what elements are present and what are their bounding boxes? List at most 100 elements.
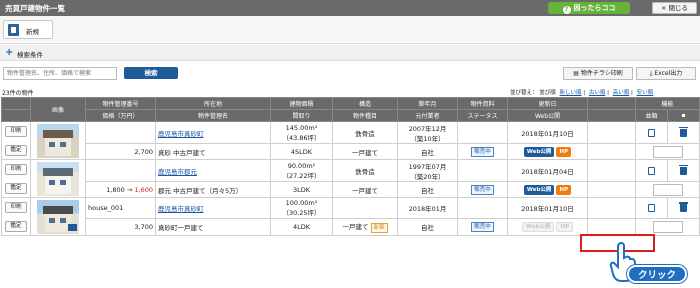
table-header-row: 画像 物件管理番号 所在地 建物面積 構造 築年月 物件資料 更新日 機能	[1, 97, 700, 122]
header-cell	[587, 109, 636, 122]
header-cell: ステータス	[457, 109, 508, 122]
table-row: 3,700 真砂町一戸建て 4LDK 一戸建て 新築 自社 販売中 Web公開 …	[2, 218, 700, 236]
layout: 4SLDK	[270, 143, 333, 160]
sort-option[interactable]: 並び順	[539, 90, 556, 96]
web-public-tag[interactable]: Web公開	[523, 146, 555, 157]
structure	[332, 196, 398, 220]
area: 100.00m²	[285, 199, 318, 208]
property-id	[85, 158, 156, 183]
excel-export-label: Excel出力	[654, 70, 683, 77]
price: 3,700	[134, 223, 153, 232]
plus-icon: +	[5, 47, 14, 58]
print-button[interactable]: 印刷	[5, 163, 27, 175]
area: 90.00m²	[287, 161, 316, 170]
price: 1,600	[134, 185, 153, 194]
web-public-tag[interactable]: Web公開	[523, 184, 555, 195]
status-cell: 販売中	[457, 181, 508, 198]
search-conditions-label: 検索条件	[17, 51, 43, 59]
location-link[interactable]: 鹿児島市真砂町	[158, 205, 204, 213]
documents-cell	[457, 120, 508, 145]
sort-option[interactable]: 高い順	[613, 90, 630, 96]
property-type: 一戸建て	[332, 143, 398, 160]
property-image[interactable]	[37, 123, 79, 158]
status-badge: 販売中	[471, 146, 494, 157]
blank-cell	[587, 218, 636, 236]
header-cell: 画像	[30, 97, 86, 122]
web-public-cell: Web公開 HP	[507, 218, 588, 236]
sort-order-input[interactable]	[652, 221, 683, 234]
blank-cell	[587, 143, 636, 160]
row-button-cell: 印刷 鑑定	[1, 159, 31, 198]
trash-icon[interactable]	[679, 164, 688, 175]
hp-tag[interactable]: HP	[556, 146, 572, 157]
status-badge: 販売中	[471, 222, 494, 233]
print-button[interactable]: 印刷	[5, 125, 27, 137]
sort-option[interactable]: 古い順	[589, 90, 606, 96]
updated-date: 2018年01月10日	[507, 120, 588, 145]
help-label: 困ったらココ	[573, 4, 616, 12]
updated-date: 2018年01月10日	[507, 196, 588, 220]
dealer: 自社	[397, 143, 458, 160]
hp-tag[interactable]: HP	[556, 222, 574, 233]
area-cell: 145.00m² （43.86坪）	[270, 120, 333, 145]
close-button[interactable]: × 閉じる	[652, 2, 697, 14]
sort-order-input[interactable]	[652, 145, 683, 158]
excel-export-button[interactable]: ⤓ Excel出力	[636, 67, 696, 80]
search-input[interactable]	[3, 67, 117, 80]
header-cell: 元付業者	[397, 109, 458, 122]
row-button-cell: 印刷 鑑定	[1, 197, 31, 236]
hp-tag[interactable]: HP	[556, 184, 572, 195]
location-link[interactable]: 鹿児島市郡元	[158, 168, 197, 176]
header-cell: 所在地	[155, 97, 271, 110]
sort-order-cell	[634, 181, 700, 198]
appraisal-button[interactable]: 鑑定	[5, 144, 27, 156]
price-old: 1,800	[106, 185, 125, 194]
property-type: 一戸建て	[342, 223, 369, 232]
status-badge: 販売中	[471, 184, 494, 195]
print-button[interactable]: 印刷	[5, 201, 27, 213]
dealer: 自社	[397, 218, 458, 236]
table-row: 印刷 鑑定 鹿児島市真砂町 145.00m² （43.86坪） 鉄骨造 2007年…	[1, 120, 700, 160]
property-image[interactable]	[37, 199, 79, 234]
save-icon[interactable]: ▪	[681, 112, 685, 119]
new-button[interactable]: 新規	[3, 20, 53, 39]
web-public-tag[interactable]: Web公開	[521, 222, 555, 233]
click-callout: クリック	[627, 265, 687, 283]
sort-option[interactable]: 安い順	[637, 90, 654, 96]
search-button[interactable]: 検索	[124, 67, 178, 79]
new-button-label: 新規	[26, 28, 39, 36]
flyer-print-button[interactable]: ▤ 物件チラシ印刷	[563, 67, 633, 80]
built-cell: 2018年01月	[397, 196, 458, 220]
copy-icon[interactable]	[648, 204, 655, 213]
window-title: 売買戸建物件一覧	[5, 4, 65, 13]
header-cell: 物件管理名	[155, 109, 271, 122]
dealer: 自社	[397, 181, 458, 198]
help-button[interactable]: ? 困ったらココ	[548, 2, 630, 14]
appraisal-button[interactable]: 鑑定	[5, 182, 27, 194]
search-conditions-toggle[interactable]: + 検索条件	[0, 45, 700, 61]
delete-cell	[666, 158, 700, 183]
property-table: 画像 物件管理番号 所在地 建物面積 構造 築年月 物件資料 更新日 機能 価格…	[1, 97, 700, 236]
image-cell	[30, 121, 86, 160]
property-image[interactable]	[37, 161, 79, 196]
image-cell	[30, 197, 86, 236]
header-cell: ▪	[666, 109, 700, 122]
structure: 鉄骨造	[332, 158, 398, 183]
header-cell: Web公開	[507, 109, 588, 122]
header-cell: 構造	[332, 97, 398, 110]
trash-icon[interactable]	[679, 126, 688, 137]
header-cell: 並順	[635, 109, 668, 122]
sort-order-input[interactable]	[652, 183, 683, 196]
structure: 鉄骨造	[332, 120, 398, 145]
built-age: （築20年）	[410, 172, 445, 181]
property-id: house_001	[85, 196, 156, 220]
copy-icon[interactable]	[648, 166, 655, 175]
trash-icon[interactable]	[679, 202, 688, 213]
appraisal-button[interactable]: 鑑定	[5, 220, 27, 232]
location-link[interactable]: 鹿児島市真砂町	[158, 130, 204, 138]
sort-option[interactable]: 新しい順	[560, 90, 582, 96]
copy-cell	[635, 120, 668, 145]
built-cell: 2007年12月 （築10年）	[397, 120, 458, 145]
copy-icon[interactable]	[648, 128, 655, 137]
area-tsubo: （30.25坪）	[282, 209, 321, 218]
